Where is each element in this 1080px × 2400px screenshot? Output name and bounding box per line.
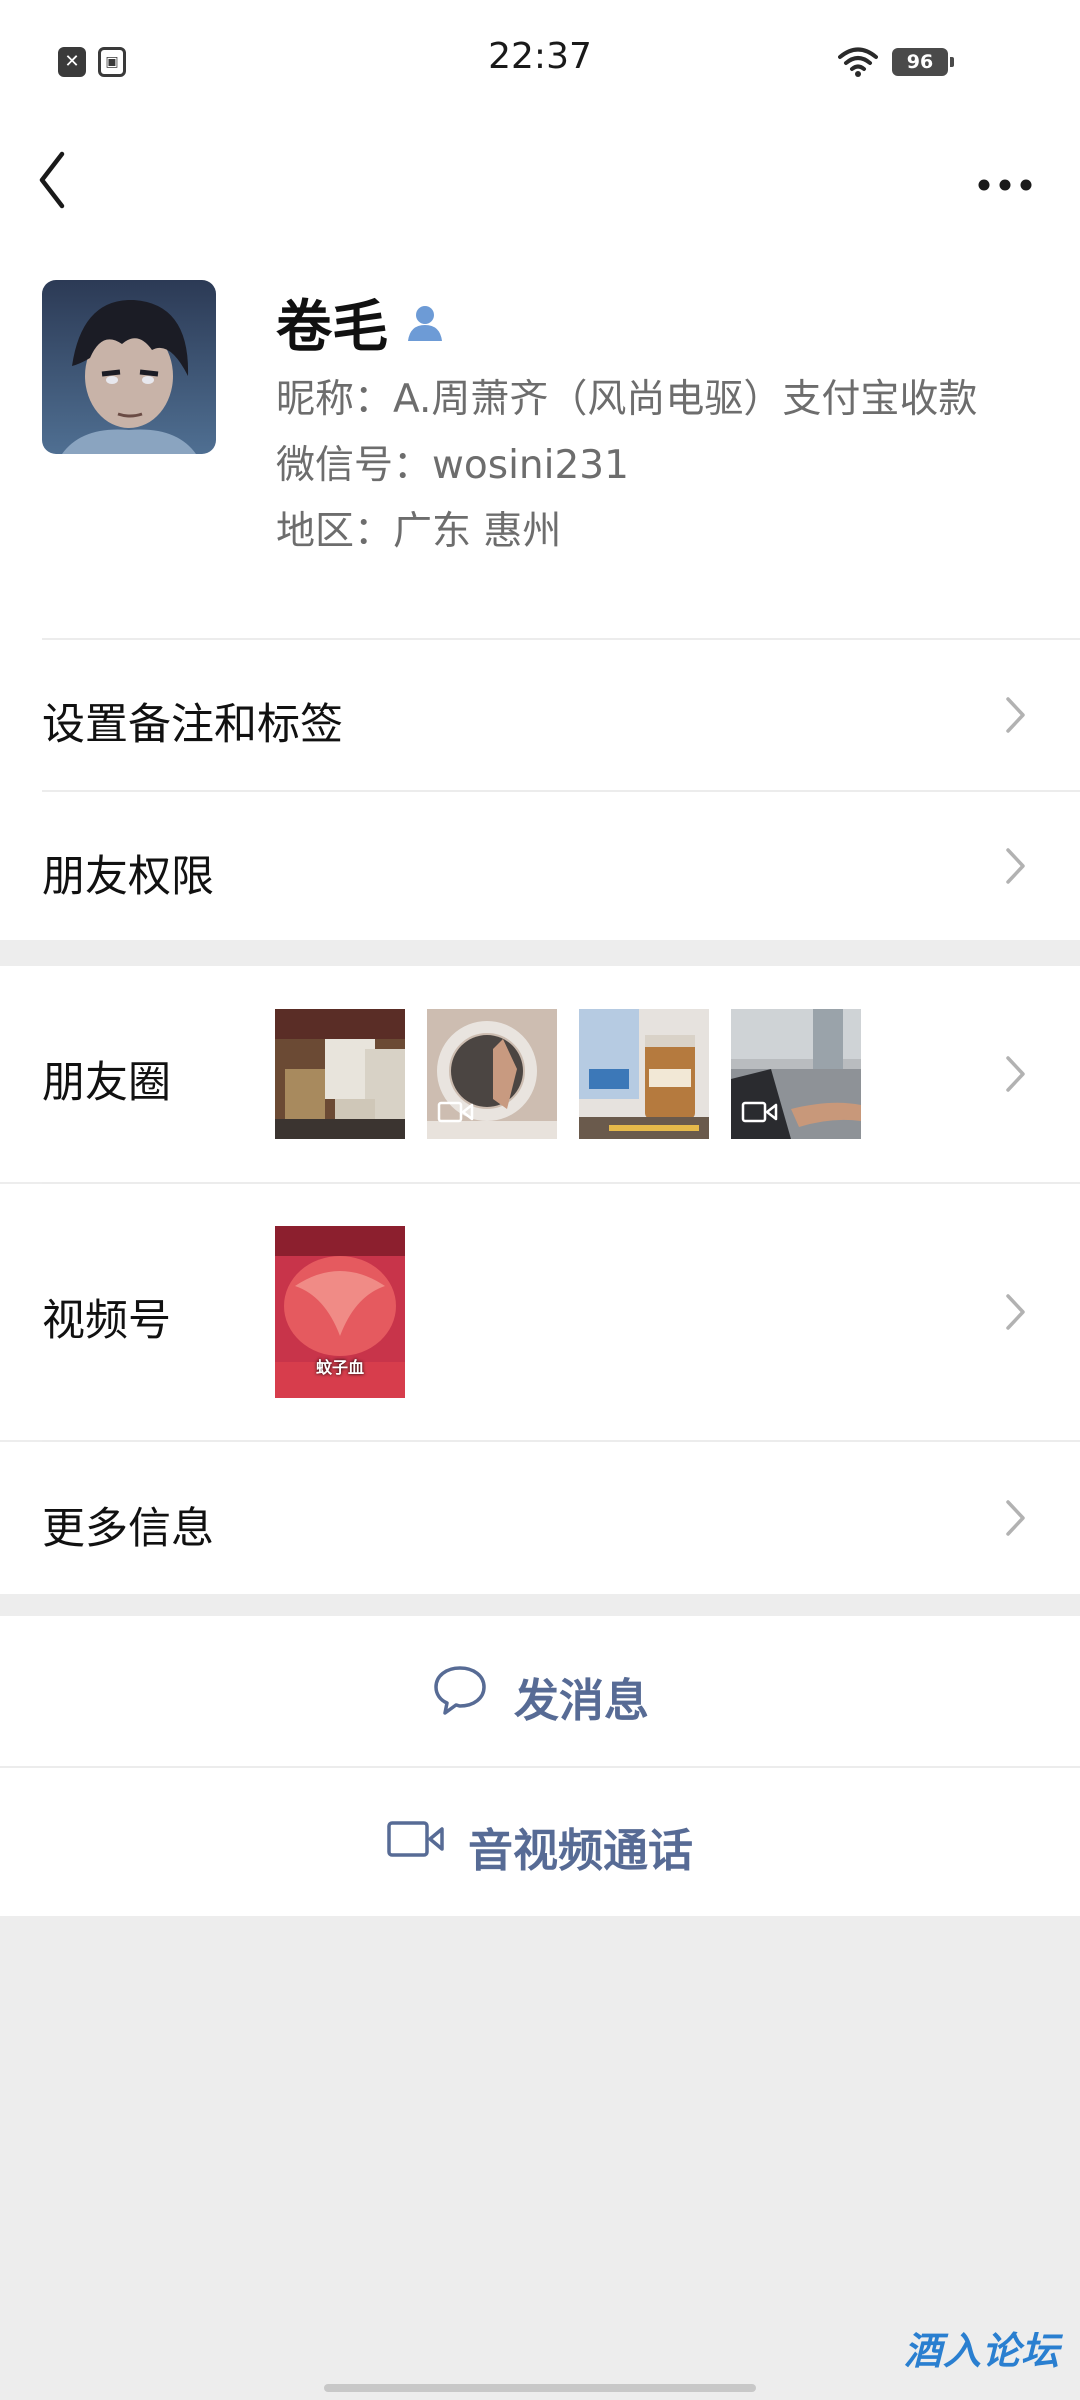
more-info-row[interactable]: 更多信息 [0, 1442, 1080, 1594]
nickname-text: 昵称：A.周萧齐（风尚电驱）支付宝收款 [276, 377, 978, 422]
video-call-button[interactable]: 音视频通话 [0, 1768, 1080, 1916]
battery-icon: 96 [892, 48, 954, 76]
status-bar: ✕ ▣ 22:37 96 [0, 0, 1080, 124]
avatar[interactable] [42, 280, 216, 454]
chevron-right-icon [1006, 1294, 1025, 1330]
moments-thumb-2 [427, 1009, 557, 1139]
wifi-icon [838, 47, 878, 77]
moments-label: 朋友圈 [42, 1058, 171, 1108]
contact-name: 卷毛 [276, 294, 388, 360]
video-call-label: 音视频通话 [468, 1824, 694, 1877]
chevron-left-icon[interactable] [30, 144, 90, 216]
moments-thumb-3 [579, 1009, 709, 1139]
friend-permissions-row[interactable]: 朋友权限 [0, 792, 1080, 940]
chat-bubble-icon [434, 1666, 486, 1715]
name-row: 卷毛 [276, 282, 446, 362]
more-dots-icon[interactable] [970, 160, 1040, 210]
chevron-right-icon [1006, 697, 1025, 733]
moments-row[interactable]: 朋友圈 [0, 966, 1080, 1182]
channels-thumb: 蚊子血 [275, 1226, 405, 1398]
forum-watermark: 酒入论坛 [904, 2329, 1061, 2373]
send-message-label: 发消息 [514, 1674, 650, 1727]
chevron-right-icon [1006, 1056, 1025, 1092]
video-icon [741, 1101, 778, 1123]
person-icon [408, 306, 442, 341]
remark-tags-row[interactable]: 设置备注和标签 [0, 640, 1080, 790]
friend-permissions-label: 朋友权限 [42, 852, 214, 902]
more-info-label: 更多信息 [42, 1504, 214, 1554]
nav-bar [0, 124, 1080, 244]
profile-card: 卷毛 昵称：A.周萧齐（风尚电驱）支付宝收款 微信号：wosini231 地区：… [0, 244, 1080, 940]
channels-row[interactable]: 视频号 蚊子血 [0, 1184, 1080, 1440]
region-text: 地区：广东 惠州 [276, 509, 562, 554]
send-message-button[interactable]: 发消息 [0, 1616, 1080, 1766]
moments-thumb-4 [731, 1009, 861, 1139]
home-indicator[interactable] [324, 2384, 756, 2392]
channels-thumb-caption: 蚊子血 [315, 1358, 364, 1377]
channels-label: 视频号 [42, 1296, 171, 1346]
moments-thumb-1 [275, 1009, 405, 1139]
chevron-right-icon [1006, 1500, 1025, 1536]
chevron-right-icon [1006, 848, 1025, 884]
video-icon [437, 1101, 474, 1123]
video-camera-icon [387, 1821, 444, 1857]
battery-level: 96 [906, 51, 934, 73]
wechat-id-text: 微信号：wosini231 [276, 443, 629, 488]
remark-tags-label: 设置备注和标签 [42, 700, 343, 750]
